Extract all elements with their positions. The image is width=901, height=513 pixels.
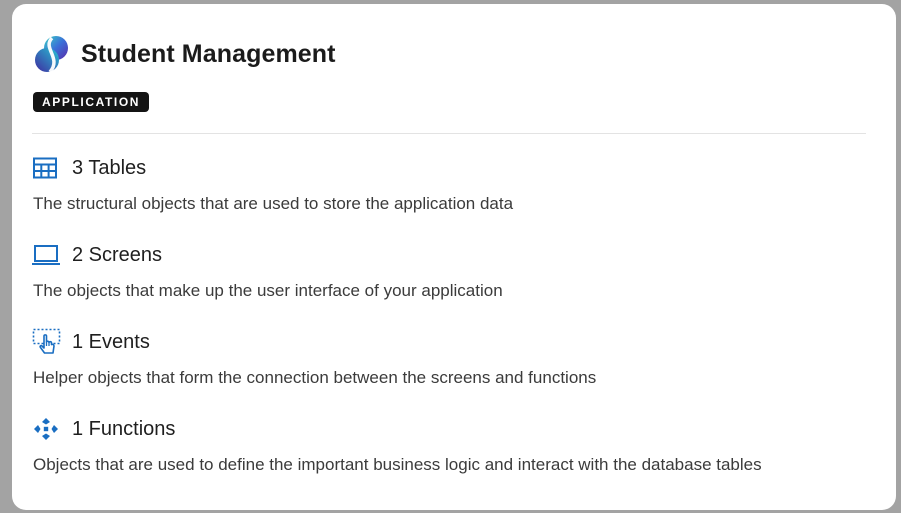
functions-section: 1 Functions Objects that are used to def… <box>32 416 882 475</box>
function-icon <box>32 416 62 442</box>
functions-description: Objects that are used to define the impo… <box>33 455 762 474</box>
tables-section-header: 3 Tables <box>32 155 882 181</box>
header-divider <box>32 133 866 134</box>
app-title: Student Management <box>81 39 336 68</box>
tables-description: The structural objects that are used to … <box>33 194 514 213</box>
tables-count-label: 3 Tables <box>72 156 147 179</box>
app-logo-icon <box>35 36 68 74</box>
click-event-icon <box>32 328 62 355</box>
events-section: 1 Events Helper objects that form the co… <box>32 328 882 388</box>
functions-count-label: 1 Functions <box>72 417 176 440</box>
screens-description: The objects that make up the user interf… <box>33 281 503 300</box>
modal-header: Student Management <box>32 34 336 74</box>
laptop-icon <box>32 242 62 268</box>
functions-section-header: 1 Functions <box>32 416 882 442</box>
screens-section-header: 2 Screens <box>32 242 882 268</box>
events-count-label: 1 Events <box>72 330 150 353</box>
screens-count-label: 2 Screens <box>72 243 163 266</box>
events-description: Helper objects that form the connection … <box>33 368 597 387</box>
table-icon <box>32 155 62 181</box>
application-badge: APPLICATION <box>33 92 150 112</box>
events-section-header: 1 Events <box>32 328 882 355</box>
tables-section: 3 Tables The structural objects that are… <box>32 155 882 214</box>
application-info-modal: Student Management APPLICATION 3 Tables … <box>12 4 896 510</box>
screens-section: 2 Screens The objects that make up the u… <box>32 242 882 301</box>
